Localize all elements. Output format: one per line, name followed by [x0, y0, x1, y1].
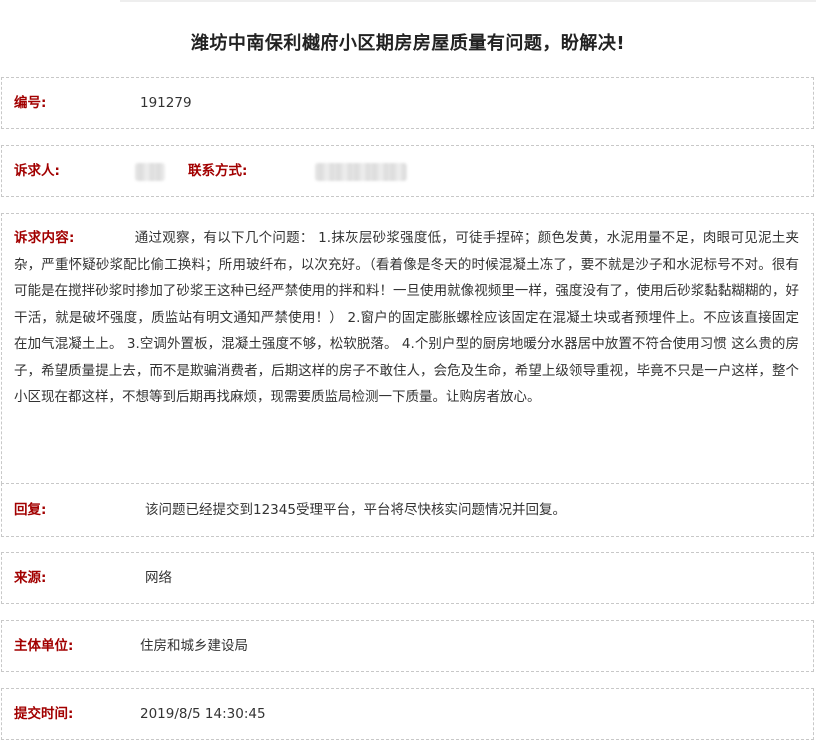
field-complainant: 诉求人: 联系方式:	[1, 145, 814, 197]
field-content-label: 诉求内容:	[14, 230, 75, 246]
field-source-label: 来源:	[14, 570, 47, 586]
field-reply: 回复: 该问题已经提交到12345受理平台，平台将尽快核实问题情况并回复。	[1, 483, 814, 537]
field-time: 提交时间: 2019/8/5 14:30:45	[1, 688, 814, 740]
field-complainant-label: 诉求人:	[14, 163, 60, 179]
field-time-value: 2019/8/5 14:30:45	[140, 706, 266, 722]
field-content: 诉求内容: 通过观察，有以下几个问题： 1.抹灰层砂浆强度低，可徒手捏碎；颜色发黄…	[1, 213, 814, 484]
field-number-label: 编号:	[14, 95, 47, 111]
field-unit-label: 主体单位:	[14, 638, 74, 654]
field-reply-value: 该问题已经提交到12345受理平台，平台将尽快核实问题情况并回复。	[145, 502, 566, 518]
field-contact-label: 联系方式:	[188, 163, 248, 179]
redacted-name	[135, 163, 165, 181]
field-time-label: 提交时间:	[14, 706, 74, 722]
field-reply-label: 回复:	[14, 502, 47, 518]
top-divider	[120, 0, 816, 2]
field-source: 来源: 网络	[1, 552, 814, 604]
redacted-contact	[315, 163, 407, 181]
page-title: 潍坊中南保利樾府小区期房房屋质量有问题，盼解决!	[190, 33, 626, 54]
field-number: 编号: 191279	[1, 77, 814, 129]
field-number-value: 191279	[140, 95, 192, 111]
field-unit-value: 住房和城乡建设局	[140, 638, 248, 654]
field-source-value: 网络	[145, 570, 172, 586]
field-unit: 主体单位: 住房和城乡建设局	[1, 620, 814, 672]
field-content-body: 诉求内容: 通过观察，有以下几个问题： 1.抹灰层砂浆强度低，可徒手捏碎；颜色发黄…	[14, 225, 799, 411]
field-content-value: 通过观察，有以下几个问题： 1.抹灰层砂浆强度低，可徒手捏碎；颜色发黄，水泥用量…	[14, 230, 799, 405]
